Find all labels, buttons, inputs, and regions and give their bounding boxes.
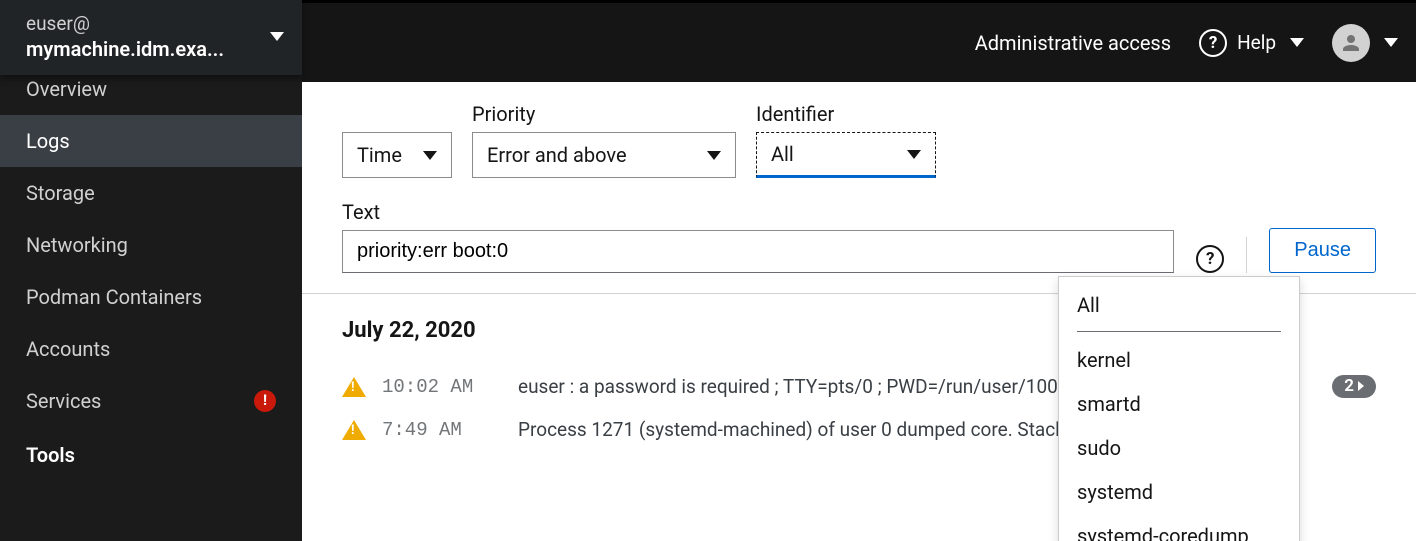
sidebar-item-networking[interactable]: Networking	[0, 219, 302, 271]
count-badge: 2	[1332, 375, 1376, 398]
pause-button[interactable]: Pause	[1269, 228, 1376, 273]
filter-help-icon[interactable]: ?	[1196, 245, 1224, 273]
sidebar-item-label: Networking	[26, 233, 128, 257]
chevron-down-icon	[907, 150, 921, 159]
sidebar-nav: Overview Logs Storage Networking Podman …	[0, 75, 302, 541]
sidebar-item-label: Services	[26, 389, 101, 413]
identifier-option-systemd[interactable]: systemd	[1059, 470, 1299, 514]
priority-value: Error and above	[487, 143, 627, 167]
identifier-select[interactable]: All	[756, 132, 936, 178]
chevron-down-icon	[707, 151, 721, 160]
log-filters: Time Priority Error and above Identifier	[302, 82, 1416, 294]
host-name: mymachine.idm.exa...	[26, 37, 224, 61]
identifier-option-smartd[interactable]: smartd	[1059, 382, 1299, 426]
sidebar-item-podman[interactable]: Podman Containers	[0, 271, 302, 323]
priority-label: Priority	[472, 102, 736, 126]
alert-icon: !	[254, 390, 276, 412]
chevron-right-icon	[1358, 381, 1364, 391]
sidebar-item-services[interactable]: Services !	[0, 375, 302, 427]
help-label: Help	[1237, 31, 1276, 54]
count-value: 2	[1344, 376, 1354, 396]
log-time: 7:49 AM	[382, 419, 502, 441]
sidebar-item-label: Podman Containers	[26, 285, 202, 309]
sidebar-item-storage[interactable]: Storage	[0, 167, 302, 219]
help-icon: ?	[1199, 29, 1227, 57]
user-menu[interactable]	[1332, 24, 1398, 62]
identifier-option-systemd-coredump[interactable]: systemd-coredump	[1059, 514, 1299, 541]
menu-separator	[1077, 331, 1281, 332]
time-select[interactable]: Time	[342, 132, 452, 178]
chevron-down-icon	[270, 32, 284, 41]
sidebar-item-label: Overview	[26, 77, 107, 101]
sidebar-item-label: Storage	[26, 181, 95, 205]
warning-icon	[342, 420, 366, 440]
host-user: euser@	[26, 12, 224, 37]
log-time: 10:02 AM	[382, 376, 502, 398]
content: Time Priority Error and above Identifier	[302, 82, 1416, 541]
avatar-icon	[1332, 24, 1370, 62]
host-switcher[interactable]: euser@ mymachine.idm.exa...	[0, 0, 302, 75]
help-menu[interactable]: ? Help	[1199, 29, 1304, 57]
sidebar: euser@ mymachine.idm.exa... Overview Log…	[0, 0, 302, 541]
warning-icon	[342, 377, 366, 397]
sidebar-item-label: Logs	[26, 129, 70, 153]
topbar: Administrative access ? Help	[302, 0, 1416, 82]
filter-text-input[interactable]	[342, 230, 1174, 273]
log-message: euser : a password is required ; TTY=pts…	[518, 375, 1110, 398]
sidebar-item-logs[interactable]: Logs	[0, 115, 302, 167]
sidebar-item-accounts[interactable]: Accounts	[0, 323, 302, 375]
sidebar-item-label: Accounts	[26, 337, 110, 361]
chevron-down-icon	[423, 151, 437, 160]
identifier-option-kernel[interactable]: kernel	[1059, 338, 1299, 382]
admin-access-button[interactable]: Administrative access	[975, 31, 1171, 55]
identifier-option-all[interactable]: All	[1059, 283, 1299, 327]
chevron-down-icon	[1384, 38, 1398, 47]
text-label: Text	[342, 200, 1174, 224]
identifier-option-sudo[interactable]: sudo	[1059, 426, 1299, 470]
priority-select[interactable]: Error and above	[472, 132, 736, 178]
identifier-menu: All kernel smartd sudo systemd systemd-c…	[1058, 276, 1300, 541]
identifier-value: All	[771, 142, 794, 166]
divider	[1246, 237, 1247, 273]
time-value: Time	[357, 143, 402, 167]
log-message: Process 1271 (systemd-machined) of user …	[518, 418, 1108, 441]
sidebar-section-tools: Tools	[0, 427, 302, 475]
identifier-label: Identifier	[756, 102, 936, 126]
chevron-down-icon	[1290, 38, 1304, 47]
sidebar-item-overview[interactable]: Overview	[0, 75, 302, 115]
